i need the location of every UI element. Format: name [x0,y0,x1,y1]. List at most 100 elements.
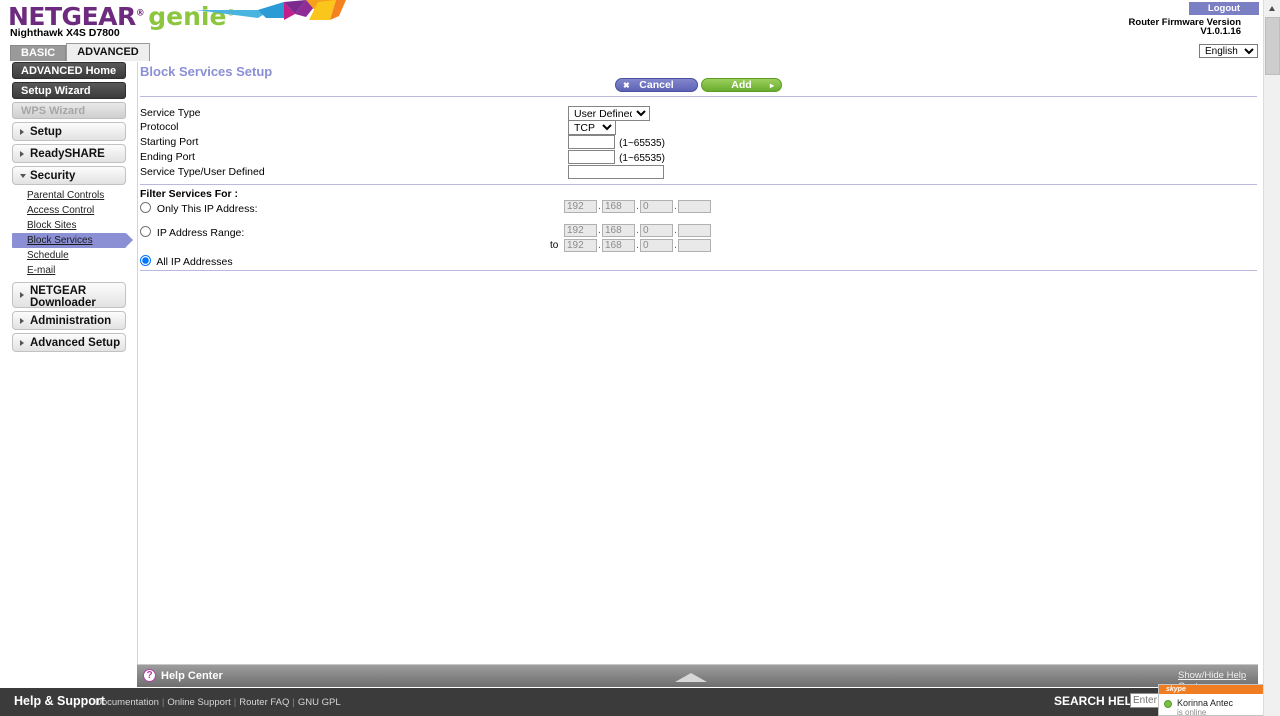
sidebar-item-email[interactable]: E-mail [12,263,126,278]
range-to-label: to [550,240,559,251]
scrollbar-thumb[interactable] [1265,17,1280,75]
starting-port-hint: (1~65535) [619,138,665,149]
cancel-button[interactable]: ✖ Cancel [615,78,698,92]
caret-up-icon [1269,6,1275,11]
sidebar-item-setup-wizard[interactable]: Setup Wizard [12,82,126,99]
filter-section-divider-top [140,184,1257,185]
service-type-user-defined-label: Service Type/User Defined [140,166,265,178]
add-button-label: Add [731,79,752,91]
chevron-down-icon [20,173,26,178]
starting-port-control: (1~65535) [568,135,665,149]
help-center-label: Help Center [161,670,223,682]
range-start-octet-3[interactable] [640,224,673,237]
sidebar-group-readyshare-label: ReadySHARE [30,148,105,160]
range-end-octet-2[interactable] [602,239,635,252]
link-separator: | [161,697,165,708]
sidebar-group-advanced-setup-label: Advanced Setup [30,337,121,349]
radio-only-this-ip[interactable] [140,202,151,213]
radio-only-this-ip-row: Only This IP Address: [140,202,258,215]
sidebar-group-advanced-setup[interactable]: Advanced Setup [12,333,126,352]
chevron-right-icon [20,317,24,324]
arrow-right-icon: ▸ [769,81,774,90]
filter-services-label: Filter Services For : [140,188,239,200]
skype-notification-popup[interactable]: skype Korinna Antec is online [1158,684,1280,716]
range-end-octet-4[interactable] [678,239,711,252]
field-row-protocol: Protocol TCP [140,120,1260,135]
chevron-right-icon [20,292,24,298]
netgear-swoosh-graphic [196,0,346,20]
radio-all-ip-addresses[interactable] [140,255,151,266]
link-router-faq[interactable]: Router FAQ [239,697,289,708]
protocol-select[interactable]: TCP [568,120,616,135]
sidebar-item-wps-wizard[interactable]: WPS Wizard [12,102,126,119]
page-scrollbar[interactable] [1263,0,1280,716]
sidebar-group-security[interactable]: Security [12,166,126,185]
radio-all-ip-addresses-row: All IP Addresses [140,255,233,268]
radio-only-this-ip-label: Only This IP Address: [156,203,258,215]
scroll-up-button[interactable] [1264,0,1280,17]
range-end-octet-1[interactable] [564,239,597,252]
sidebar-item-parental-controls[interactable]: Parental Controls [12,188,126,203]
router-model-label: Nighthawk X4S D7800 [10,27,120,39]
sidebar-group-setup-label: Setup [30,126,62,138]
skype-logo-icon: skype [1163,685,1189,694]
range-end-octets: to ... [550,239,711,252]
page-title: Block Services Setup [140,64,273,79]
only-ip-octet-3[interactable] [640,200,673,213]
only-ip-octet-2[interactable] [602,200,635,213]
chevron-up-icon[interactable] [675,673,707,682]
search-help-label: SEARCH HELP [1054,694,1141,708]
skype-contact-name: Korinna Antec [1177,698,1234,708]
range-start-octet-2[interactable] [602,224,635,237]
radio-ip-address-range[interactable] [140,226,151,237]
logout-button[interactable]: Logout [1189,2,1259,15]
sidebar-group-administration-label: Administration [30,315,112,327]
online-dot-icon [1164,700,1172,708]
language-select[interactable]: English [1199,44,1258,58]
service-type-select[interactable]: User Defined [568,106,650,121]
help-center-bar[interactable]: ? Help Center Show/Hide Help Center [137,664,1258,692]
only-ip-octet-4[interactable] [678,200,711,213]
radio-all-ip-addresses-label: All IP Addresses [156,256,233,268]
close-icon: ✖ [623,81,630,90]
sidebar-nav: ADVANCED Home Setup Wizard WPS Wizard Se… [12,62,133,355]
link-gnu-gpl[interactable]: GNU GPL [298,697,341,708]
chevron-right-icon [20,339,24,346]
add-button[interactable]: Add ▸ [701,78,782,92]
link-online-support[interactable]: Online Support [167,697,230,708]
sidebar-item-schedule[interactable]: Schedule [12,248,126,263]
service-type-control: User Defined [568,106,650,121]
field-row-ending-port: Ending Port (1~65535) [140,150,1260,165]
only-this-ip-octets: ... [564,200,711,213]
service-type-label: Service Type [140,107,201,119]
main-content-panel: Block Services Setup ✖ Cancel Add ▸ Serv… [137,62,1258,664]
sidebar-item-access-control[interactable]: Access Control [12,203,126,218]
tab-basic[interactable]: BASIC [10,45,67,61]
tab-advanced[interactable]: ADVANCED [66,43,150,61]
chevron-right-icon [20,150,24,157]
registered-mark-icon: ® [135,8,145,19]
question-mark-icon: ? [143,669,156,682]
service-type-user-defined-input[interactable] [568,165,664,179]
firmware-version-value: V1.0.1.16 [1200,26,1241,37]
help-support-bar: Help & Support Documentation | Online Supp… [0,688,1280,716]
sidebar-item-block-services[interactable]: Block Services [12,233,133,248]
ending-port-hint: (1~65535) [619,153,665,164]
sidebar-item-block-sites[interactable]: Block Sites [12,218,126,233]
sidebar-group-administration[interactable]: Administration [12,311,126,330]
sidebar-group-netgear-downloader[interactable]: NETGEAR Downloader [12,282,126,309]
skype-popup-header: skype [1159,685,1279,694]
starting-port-input[interactable] [568,135,615,149]
only-ip-octet-1[interactable] [564,200,597,213]
range-end-octet-3[interactable] [640,239,673,252]
link-separator: | [233,697,237,708]
sidebar-group-readyshare[interactable]: ReadySHARE [12,144,126,163]
sidebar-item-advanced-home[interactable]: ADVANCED Home [12,62,126,79]
ending-port-input[interactable] [568,150,615,164]
cancel-button-label: Cancel [639,79,674,91]
filter-section-divider-bottom [140,270,1257,271]
range-start-octet-1[interactable] [564,224,597,237]
range-start-octet-4[interactable] [678,224,711,237]
sidebar-group-setup[interactable]: Setup [12,122,126,141]
link-documentation[interactable]: Documentation [95,697,159,708]
